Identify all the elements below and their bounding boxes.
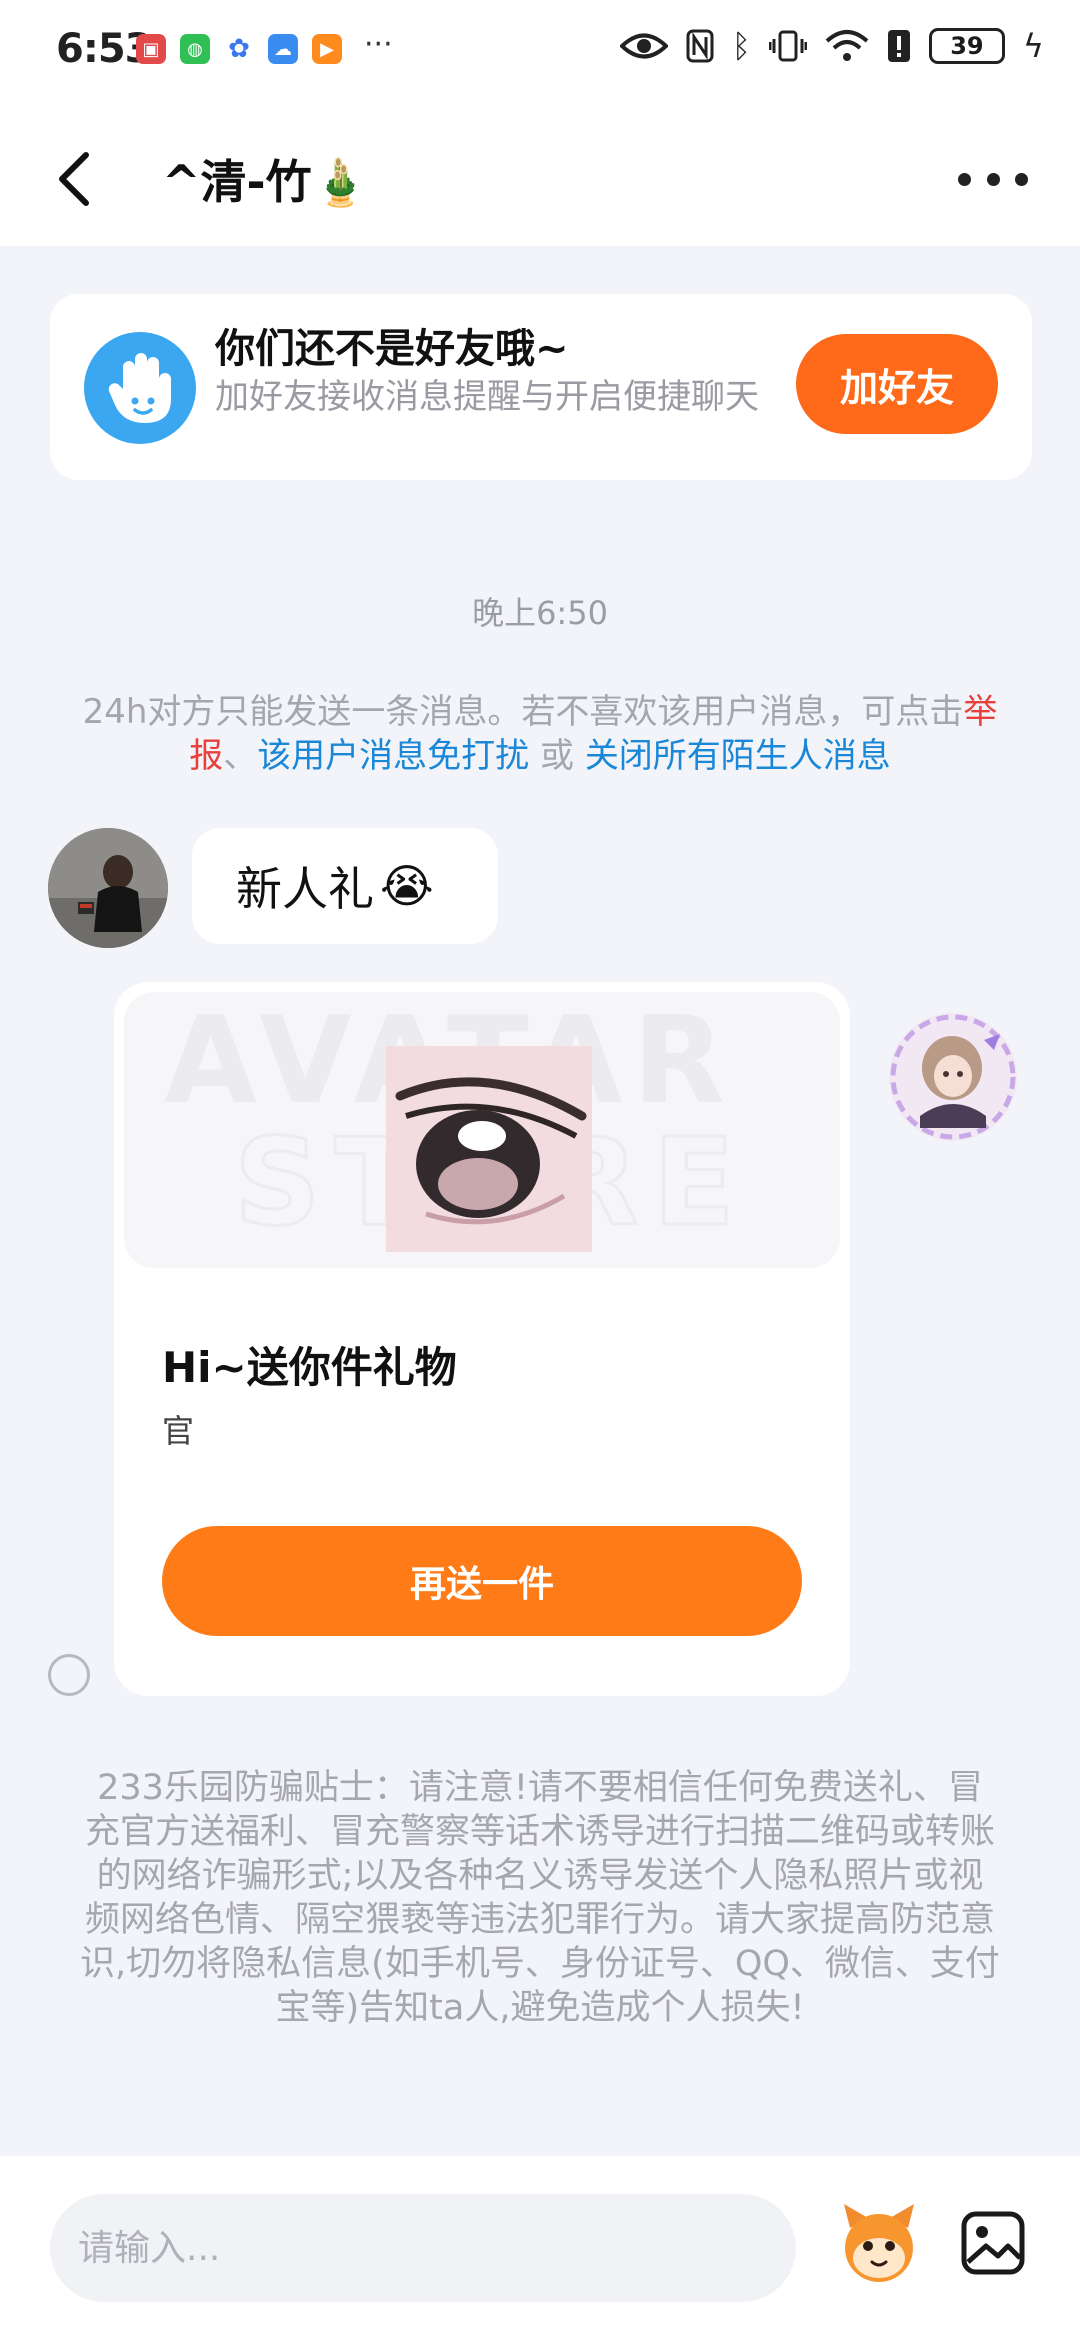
image-icon — [961, 2211, 1025, 2275]
baidu-icon: ✿ — [224, 34, 254, 64]
message-input[interactable] — [50, 2194, 796, 2302]
more-options-button[interactable] — [958, 154, 1028, 204]
close-stranger-messages-link[interactable]: 关闭所有陌生人消息 — [585, 736, 891, 776]
charging-icon: ϟ — [1022, 27, 1044, 65]
select-message-radio[interactable] — [48, 1654, 90, 1696]
back-button[interactable] — [56, 144, 116, 214]
more-notifications-icon: ··· — [364, 26, 393, 62]
mascot-emoji-icon — [844, 2204, 914, 2282]
contact-name: ^清-竹🎍 — [162, 155, 369, 209]
notice-separator: 、 — [223, 736, 258, 776]
sender-avatar[interactable] — [48, 828, 168, 948]
notice-text: 24h对方只能发送一条消息。若不喜欢该用户消息，可点击 — [82, 692, 964, 732]
notification-icons: ▣ ◍ ✿ ☁ ▶ ··· — [136, 27, 393, 64]
more-dot-icon — [1015, 172, 1028, 186]
message-timestamp: 晚上6:50 — [472, 594, 608, 632]
my-avatar[interactable] — [886, 1010, 1020, 1144]
player-icon: ▶ — [312, 34, 342, 64]
gift-card[interactable]: AVATAR STORE Hi~送你件礼物 官 再送一件 — [114, 982, 850, 1696]
chat-screen: 6:53 ▣ ◍ ✿ ☁ ▶ ··· ᛒ 39 ϟ ^清-竹🎍 你们还不是好友哦… — [0, 0, 1080, 2340]
gift-title: Hi~送你件礼物 — [162, 1343, 457, 1392]
system-icons: ᛒ 39 ϟ — [619, 27, 1044, 65]
add-friend-banner: 你们还不是好友哦~ 加好友接收消息提醒与开启便捷聊天 加好友 — [50, 294, 1032, 480]
incoming-message-text: 新人礼 — [236, 862, 374, 916]
wifi-icon — [825, 30, 869, 61]
chat-header: ^清-竹🎍 — [0, 110, 1080, 246]
emoji-button[interactable] — [834, 2198, 924, 2288]
status-bar: 6:53 ▣ ◍ ✿ ☁ ▶ ··· ᛒ 39 ϟ — [0, 0, 1080, 110]
more-dot-icon — [958, 172, 971, 186]
gift-image: AVATAR STORE — [124, 992, 840, 1268]
notice-or: 或 — [529, 736, 585, 776]
alert-icon — [887, 30, 910, 62]
gift-subtitle: 官 — [162, 1412, 195, 1450]
input-bar — [0, 2156, 1080, 2340]
add-friend-button[interactable]: 加好友 — [796, 334, 998, 434]
stranger-notice: 24h对方只能发送一条消息。若不喜欢该用户消息，可点击举报、该用户消息免打扰 或… — [56, 690, 1024, 778]
send-another-gift-button[interactable]: 再送一件 — [162, 1526, 802, 1636]
cloud-icon: ☁ — [268, 34, 298, 64]
incoming-message-bubble[interactable]: 新人礼 😭 — [192, 828, 498, 944]
banner-title: 你们还不是好友哦~ — [215, 326, 569, 372]
mute-user-link[interactable]: 该用户消息免打扰 — [257, 736, 529, 776]
huawei-icon: ▣ — [136, 34, 166, 64]
anti-fraud-tip: 233乐园防骗贴士：请注意!请不要相信任何免费送礼、冒充官方送福利、冒充警察等话… — [80, 1768, 1000, 2028]
vibrate-icon — [768, 30, 807, 62]
anime-eye-icon — [386, 1046, 592, 1252]
crying-emoji-icon: 😭 — [380, 859, 434, 913]
battery-indicator: 39 — [928, 28, 1005, 64]
wechat-icon: ◍ — [180, 34, 210, 64]
back-arrow-icon — [59, 152, 89, 206]
image-button[interactable] — [960, 2210, 1026, 2276]
eye-icon — [619, 33, 668, 59]
more-dot-icon — [986, 172, 1000, 186]
bluetooth-icon: ᛒ — [731, 27, 751, 65]
nfc-icon — [686, 29, 714, 63]
hand-wave-icon — [84, 332, 196, 444]
banner-subtitle: 加好友接收消息提醒与开启便捷聊天 — [215, 377, 759, 417]
